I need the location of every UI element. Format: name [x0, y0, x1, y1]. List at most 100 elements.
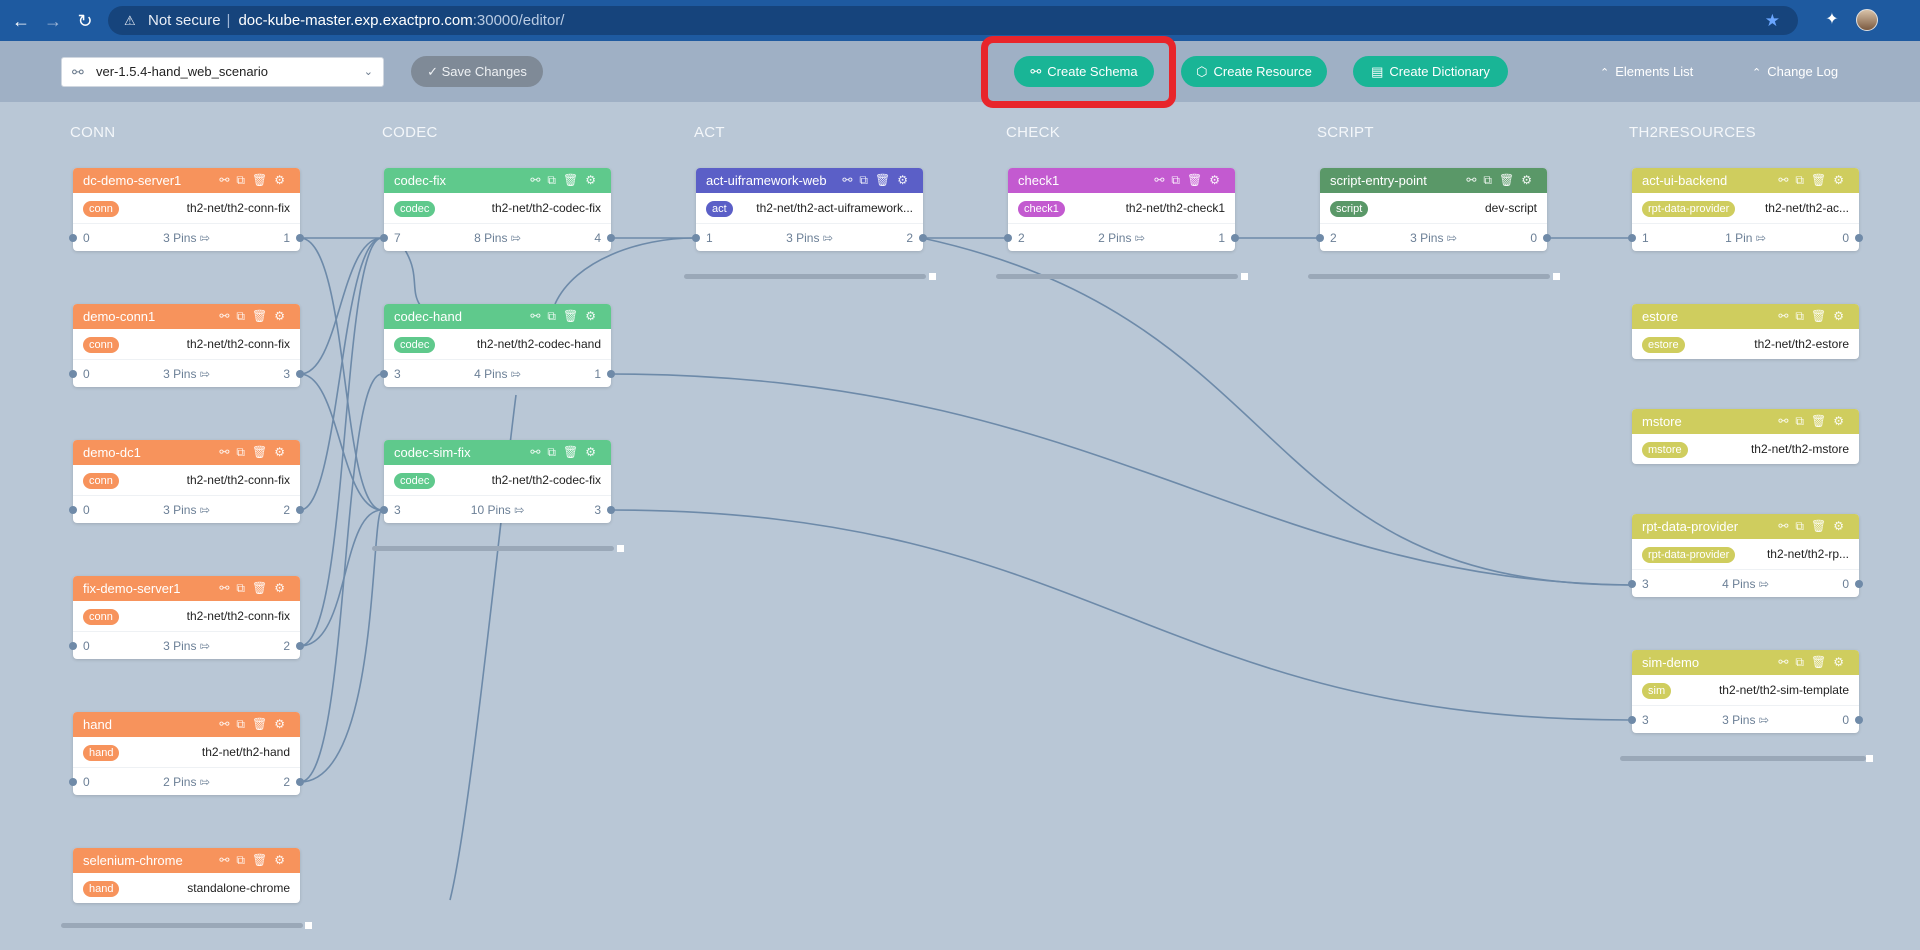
- node-card-estore[interactable]: estore ⚯⧉🗑⚙ estore th2-net/th2-estore: [1632, 304, 1859, 359]
- pin-dot[interactable]: [1855, 580, 1863, 588]
- node-card-codec-sim-fix[interactable]: codec-sim-fix ⚯⧉🗑⚙ codec th2-net/th2-codec…: [380, 440, 615, 524]
- pin-dot[interactable]: [296, 370, 304, 378]
- pin-dot[interactable]: [1855, 716, 1863, 724]
- scrollbar[interactable]: [684, 274, 926, 279]
- pins-button[interactable]: 3 Pins ⇰: [1320, 224, 1547, 252]
- node-actions-icons[interactable]: ⚯⧉🗑⚙: [219, 576, 292, 601]
- node-actions-icons[interactable]: ⚯⧉🗑⚙: [219, 304, 292, 329]
- pins-button[interactable]: 3 Pins ⇰: [73, 360, 300, 388]
- create-dictionary-label: Create Dictionary: [1389, 64, 1490, 79]
- pins-button[interactable]: 3 Pins ⇰: [696, 224, 923, 252]
- node-card-codec-fix[interactable]: codec-fix ⚯⧉🗑⚙ codec th2-net/th2-codec-fix…: [380, 168, 615, 252]
- node-actions-icons[interactable]: ⚯⧉🗑⚙: [1778, 409, 1851, 434]
- scrollbar[interactable]: [372, 546, 614, 551]
- node-actions-icons[interactable]: ⚯⧉🗑⚙: [1778, 168, 1851, 193]
- resize-handle[interactable]: [617, 545, 624, 552]
- pins-button[interactable]: 3 Pins ⇰: [1632, 706, 1859, 734]
- pin-dot[interactable]: [296, 778, 304, 786]
- node-card-mstore[interactable]: mstore ⚯⧉🗑⚙ mstore th2-net/th2-mstore: [1632, 409, 1859, 464]
- node-card-demo-conn1[interactable]: demo-conn1 ⚯⧉🗑⚙ conn th2-net/th2-conn-fix …: [69, 304, 304, 388]
- node-card-check1[interactable]: check1 ⚯⧉🗑⚙ check1 th2-net/th2-check1 22 P…: [1004, 168, 1239, 252]
- pin-dot[interactable]: [1543, 234, 1551, 242]
- node-actions-icons[interactable]: ⚯⧉🗑⚙: [842, 168, 915, 193]
- reload-icon[interactable]: ↻: [73, 9, 97, 33]
- pin-dot[interactable]: [296, 506, 304, 514]
- change-log-button[interactable]: ⌃ Change Log: [1752, 56, 1838, 87]
- node-name: demo-conn1: [83, 309, 156, 324]
- node-actions-icons[interactable]: ⚯⧉🗑⚙: [1778, 650, 1851, 675]
- node-card-fix-demo-server1[interactable]: fix-demo-server1 ⚯⧉🗑⚙ conn th2-net/th2-con…: [69, 576, 304, 660]
- avatar[interactable]: [1856, 9, 1878, 31]
- node-card-codec-hand[interactable]: codec-hand ⚯⧉🗑⚙ codec th2-net/th2-codec-ha…: [380, 304, 615, 388]
- node-card-rpt-data-provider[interactable]: rpt-data-provider ⚯⧉🗑⚙ rpt-data-provider t…: [1628, 514, 1863, 598]
- resize-handle[interactable]: [1866, 755, 1873, 762]
- node-card-sim-demo[interactable]: sim-demo ⚯⧉🗑⚙ sim th2-net/th2-sim-template…: [1628, 650, 1863, 734]
- node-card-act-ui-backend[interactable]: act-ui-backend ⚯⧉🗑⚙ rpt-data-provider th2-…: [1628, 168, 1863, 252]
- pin-dot[interactable]: [1855, 234, 1863, 242]
- save-changes-button[interactable]: ✓ Save Changes: [411, 56, 543, 87]
- editor-toolbar: ⚯ ver-1.5.4-hand_web_scenario ⌄ ✓ Save C…: [0, 41, 1920, 102]
- node-actions-icons[interactable]: ⚯⧉🗑⚙: [219, 848, 292, 873]
- pin-dot[interactable]: [296, 234, 304, 242]
- pins-button[interactable]: 1 Pin ⇰: [1632, 224, 1859, 252]
- node-card-hand[interactable]: hand ⚯⧉🗑⚙ hand th2-net/th2-hand 02 Pins ⇰ 2: [69, 712, 304, 796]
- wire: [609, 509, 1630, 721]
- node-actions-icons[interactable]: ⚯⧉🗑⚙: [1466, 168, 1539, 193]
- pins-button[interactable]: 3 Pins ⇰: [73, 632, 300, 660]
- node-name: rpt-data-provider: [1642, 519, 1739, 534]
- pin-dot[interactable]: [607, 370, 615, 378]
- schema-select[interactable]: ⚯ ver-1.5.4-hand_web_scenario ⌄: [61, 57, 384, 87]
- pins-button[interactable]: 4 Pins ⇰: [384, 360, 611, 388]
- node-name: dc-demo-server1: [83, 173, 182, 188]
- node-actions-icons[interactable]: ⚯⧉🗑⚙: [1778, 514, 1851, 539]
- pin-dot[interactable]: [919, 234, 927, 242]
- pins-button[interactable]: 2 Pins ⇰: [73, 768, 300, 796]
- resize-handle[interactable]: [1553, 273, 1560, 280]
- node-actions-icons[interactable]: ⚯⧉🗑⚙: [219, 440, 292, 465]
- pin-dot[interactable]: [1231, 234, 1239, 242]
- node-type-badge: conn: [83, 609, 119, 625]
- node-actions-icons[interactable]: ⚯⧉🗑⚙: [1778, 304, 1851, 329]
- node-card-act-uiframework-web[interactable]: act-uiframework-web ⚯⧉🗑⚙ act th2-net/th2-a…: [692, 168, 927, 252]
- scrollbar[interactable]: [996, 274, 1238, 279]
- pins-button[interactable]: 8 Pins ⇰: [384, 224, 611, 252]
- node-actions-icons[interactable]: ⚯⧉🗑⚙: [530, 440, 603, 465]
- node-card-selenium-chrome[interactable]: selenium-chrome ⚯⧉🗑⚙ hand standalone-chrom…: [73, 848, 300, 903]
- check-icon: ✓: [427, 64, 438, 79]
- node-name: estore: [1642, 309, 1679, 324]
- node-actions-icons[interactable]: ⚯⧉🗑⚙: [530, 304, 603, 329]
- resize-handle[interactable]: [1241, 273, 1248, 280]
- scrollbar[interactable]: [61, 923, 303, 928]
- pins-button[interactable]: 4 Pins ⇰: [1632, 570, 1859, 598]
- pin-dot[interactable]: [607, 234, 615, 242]
- elements-list-button[interactable]: ⌃ Elements List: [1600, 56, 1693, 87]
- scrollbar[interactable]: [1308, 274, 1550, 279]
- wire: [299, 237, 383, 511]
- node-type-badge: check1: [1018, 201, 1065, 217]
- create-resource-button[interactable]: ⬡ Create Resource: [1181, 56, 1327, 87]
- pin-dot[interactable]: [607, 506, 615, 514]
- node-actions-icons[interactable]: ⚯⧉🗑⚙: [219, 168, 292, 193]
- resize-handle[interactable]: [305, 922, 312, 929]
- scrollbar[interactable]: [1620, 756, 1866, 761]
- node-card-dc-demo-server1[interactable]: dc-demo-server1 ⚯⧉🗑⚙ conn th2-net/th2-conn…: [69, 168, 304, 252]
- column-title-th2resources: TH2RESOURCES: [1629, 124, 1756, 141]
- node-card-demo-dc1[interactable]: demo-dc1 ⚯⧉🗑⚙ conn th2-net/th2-conn-fix 03…: [69, 440, 304, 524]
- node-card-script-entry-point[interactable]: script-entry-point ⚯⧉🗑⚙ script dev-script …: [1316, 168, 1551, 252]
- node-actions-icons[interactable]: ⚯⧉🗑⚙: [1154, 168, 1227, 193]
- bookmark-star-icon[interactable]: ★: [1765, 6, 1780, 35]
- node-type-badge: hand: [83, 745, 120, 761]
- pins-button[interactable]: 3 Pins ⇰: [73, 224, 300, 252]
- pins-button[interactable]: 10 Pins ⇰: [384, 496, 611, 524]
- pins-button[interactable]: 2 Pins ⇰: [1008, 224, 1235, 252]
- create-dictionary-button[interactable]: ▤ Create Dictionary: [1353, 56, 1508, 87]
- back-icon[interactable]: ←: [9, 9, 33, 33]
- resize-handle[interactable]: [929, 273, 936, 280]
- address-bar[interactable]: ⚠ Not secure | doc-kube-master.exp.exactpro…: [108, 6, 1798, 35]
- forward-icon[interactable]: →: [41, 9, 65, 33]
- node-actions-icons[interactable]: ⚯⧉🗑⚙: [530, 168, 603, 193]
- extensions-icon[interactable]: ✦: [1822, 10, 1842, 30]
- pin-dot[interactable]: [296, 642, 304, 650]
- node-actions-icons[interactable]: ⚯⧉🗑⚙: [219, 712, 292, 737]
- pins-button[interactable]: 3 Pins ⇰: [73, 496, 300, 524]
